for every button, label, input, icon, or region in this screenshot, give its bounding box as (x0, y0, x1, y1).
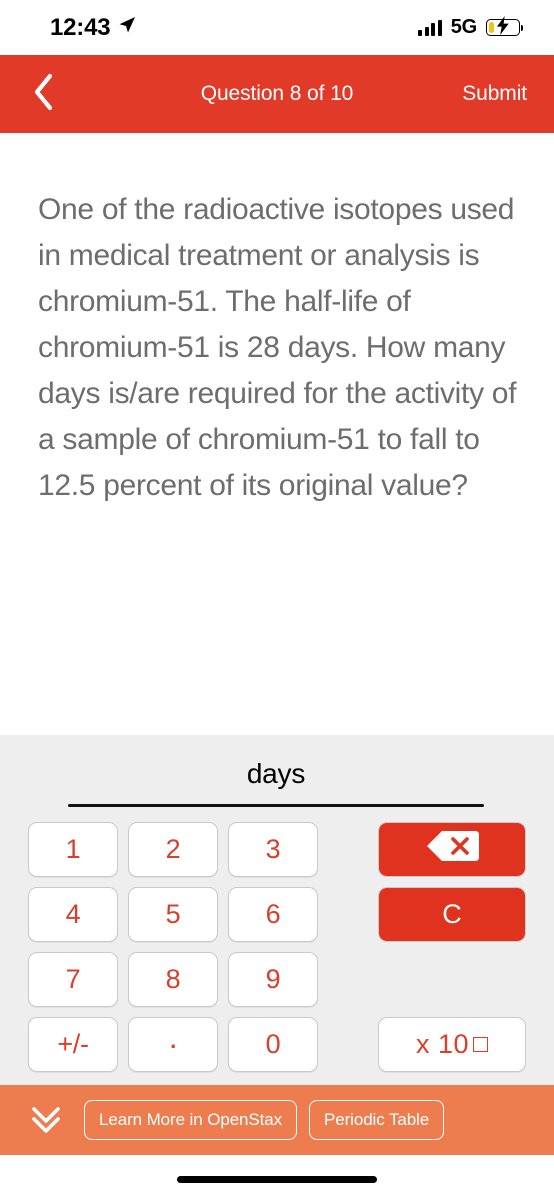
exponent-label: x 10 (415, 1029, 470, 1059)
question-area: One of the radioactive isotopes used in … (0, 133, 554, 735)
backspace-button[interactable] (378, 822, 526, 877)
key-1[interactable]: 1 (28, 822, 118, 877)
key-7[interactable]: 7 (28, 952, 118, 1007)
cellular-signal-icon (418, 19, 442, 36)
backspace-delete-icon (425, 829, 480, 870)
learn-more-openstax-button[interactable]: Learn More in OpenStax (84, 1100, 298, 1140)
key-plus-minus[interactable]: +/- (28, 1017, 118, 1072)
double-chevron-down-icon (26, 1098, 66, 1143)
key-2[interactable]: 2 (128, 822, 218, 877)
status-bar-clock: 12:43 (50, 13, 111, 41)
home-indicator-area (0, 1155, 554, 1200)
question-text: One of the radioactive isotopes used in … (38, 193, 517, 502)
home-indicator[interactable] (177, 1176, 377, 1183)
exponent-placeholder-box (473, 1037, 489, 1052)
phone-screen: 12:43 5G Question 8 of 10 Submit One of … (0, 0, 554, 1200)
network-type-label: 5G (450, 16, 477, 38)
key-6[interactable]: 6 (228, 887, 318, 942)
submit-button[interactable]: Submit (462, 82, 527, 106)
key-4[interactable]: 4 (28, 887, 118, 942)
key-8[interactable]: 8 (128, 952, 218, 1007)
key-decimal[interactable]: . (128, 1017, 218, 1072)
keypad-side-actions: C x 10 (378, 822, 526, 1072)
collapse-keypad-button[interactable] (20, 1094, 72, 1146)
answer-input-row[interactable]: days (68, 751, 484, 815)
answer-input-underline (68, 804, 484, 807)
status-bar-left: 12:43 (50, 14, 137, 42)
numeric-keypad: 1 2 3 4 5 6 7 8 9 +/- . 0 (28, 822, 318, 1072)
answer-unit-label: days (246, 758, 306, 789)
key-3[interactable]: 3 (228, 822, 318, 877)
keypad-panel: days 1 2 3 4 5 6 7 8 9 +/- . 0 C x 10 (0, 735, 554, 1085)
navigation-bar: Question 8 of 10 Submit (0, 55, 554, 133)
key-0[interactable]: 0 (228, 1017, 318, 1072)
clear-button[interactable]: C (378, 887, 526, 942)
key-9[interactable]: 9 (228, 952, 318, 1007)
location-arrow-icon (117, 15, 137, 40)
key-5[interactable]: 5 (128, 887, 218, 942)
exponent-button[interactable]: x 10 (378, 1017, 526, 1072)
bottom-toolbar: Learn More in OpenStax Periodic Table (0, 1085, 554, 1155)
status-bar: 12:43 5G (0, 0, 554, 55)
status-bar-right: 5G (418, 15, 524, 39)
battery-charging-icon (486, 15, 524, 36)
periodic-table-button[interactable]: Periodic Table (309, 1100, 445, 1140)
